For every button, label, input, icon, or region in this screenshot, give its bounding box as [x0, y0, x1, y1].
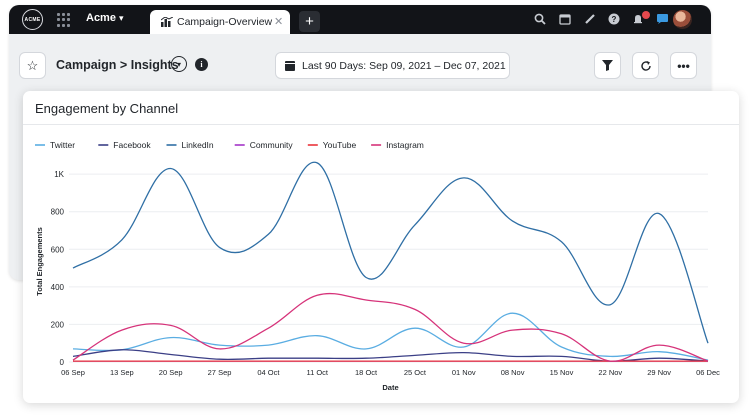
breadcrumb-campaign[interactable]: Campaign: [56, 58, 116, 72]
series-line-facebook: [72, 349, 709, 362]
refresh-button[interactable]: [632, 52, 659, 79]
help-icon[interactable]: ?: [607, 12, 621, 26]
info-icon[interactable]: i: [195, 58, 208, 71]
series-line-twitter: [72, 312, 709, 361]
x-tick-label: 08 Nov: [501, 368, 525, 377]
y-tick-label: 800: [51, 208, 65, 217]
favorite-button[interactable]: ☆: [19, 52, 46, 79]
calendar-icon: [285, 61, 295, 71]
x-tick-label: 04 Oct: [257, 368, 280, 377]
series-line-linkedin: [72, 161, 709, 344]
x-tick-label: 06 Dec: [696, 368, 720, 377]
star-icon: ☆: [26, 57, 39, 73]
refresh-icon: [640, 60, 651, 71]
x-tick-label: 06 Sep: [61, 368, 85, 377]
notification-badge: [642, 11, 650, 19]
x-tick-label: 29 Nov: [647, 368, 671, 377]
org-switcher-label[interactable]: Acme: [86, 12, 116, 24]
breadcrumb-separator: >: [119, 58, 128, 72]
legend-item-youtube: YouTube: [323, 140, 357, 150]
calendar-icon[interactable]: [558, 12, 572, 26]
y-tick-label: 200: [51, 320, 65, 329]
filter-button[interactable]: [594, 52, 621, 79]
engagement-chart-card: Engagement by Channel Twitter Facebook Lin…: [23, 91, 739, 403]
chat-icon[interactable]: [655, 12, 669, 26]
chevron-down-icon: ⌄: [494, 60, 501, 69]
search-icon[interactable]: [533, 12, 547, 26]
acme-logo[interactable]: ACME: [22, 9, 43, 30]
tab-label: Campaign-Overview: [177, 16, 273, 28]
legend-item-linkedin: LinkedIn: [182, 140, 214, 150]
close-icon[interactable]: ✕: [274, 15, 283, 28]
y-tick-label: 600: [51, 245, 65, 254]
breadcrumb: Campaign > Insights: [56, 58, 179, 72]
svg-text:?: ?: [612, 15, 617, 24]
pencil-icon[interactable]: [583, 12, 597, 26]
date-range-label: Last 90 Days: Sep 09, 2021 – Dec 07, 202…: [302, 60, 506, 72]
more-options-button[interactable]: •••: [670, 52, 697, 79]
more-icon: •••: [677, 58, 690, 73]
x-tick-label: 20 Sep: [159, 368, 183, 377]
y-tick-label: 1K: [54, 170, 64, 179]
legend-item-instagram: Instagram: [386, 140, 424, 150]
y-axis-title: Total Engagements: [35, 227, 44, 296]
tab-campaign-overview[interactable]: Campaign-Overview ✕: [150, 10, 290, 34]
x-axis-title: Date: [382, 383, 398, 392]
y-tick-label: 400: [51, 283, 65, 292]
engagement-line-chart: Twitter Facebook LinkedIn Community YouTube I…: [35, 140, 720, 392]
x-tick-label: 01 Nov: [452, 368, 476, 377]
chevron-down-icon[interactable]: ▾: [171, 56, 187, 72]
x-tick-label: 11 Oct: [306, 368, 328, 377]
legend-item-community: Community: [250, 140, 294, 150]
avatar[interactable]: [673, 10, 692, 29]
filter-icon: [602, 60, 613, 71]
new-tab-button[interactable]: +: [299, 11, 320, 32]
legend-item-facebook: Facebook: [113, 140, 151, 150]
x-tick-label: 25 Oct: [404, 368, 427, 377]
app-grid-icon[interactable]: [57, 13, 71, 27]
top-bar: ACME Acme ▾ Campaign-Overview ✕ + ?: [9, 5, 711, 34]
y-tick-label: 0: [60, 358, 65, 367]
date-range-picker[interactable]: Last 90 Days: Sep 09, 2021 – Dec 07, 202…: [275, 52, 510, 79]
chart-icon: [161, 17, 173, 27]
x-tick-label: 13 Sep: [110, 368, 134, 377]
x-tick-label: 27 Sep: [208, 368, 232, 377]
x-tick-label: 18 Oct: [355, 368, 378, 377]
legend-item-twitter: Twitter: [50, 140, 75, 150]
x-tick-label: 22 Nov: [598, 368, 622, 377]
x-tick-label: 15 Nov: [550, 368, 574, 377]
chevron-down-icon[interactable]: ▾: [119, 13, 124, 24]
